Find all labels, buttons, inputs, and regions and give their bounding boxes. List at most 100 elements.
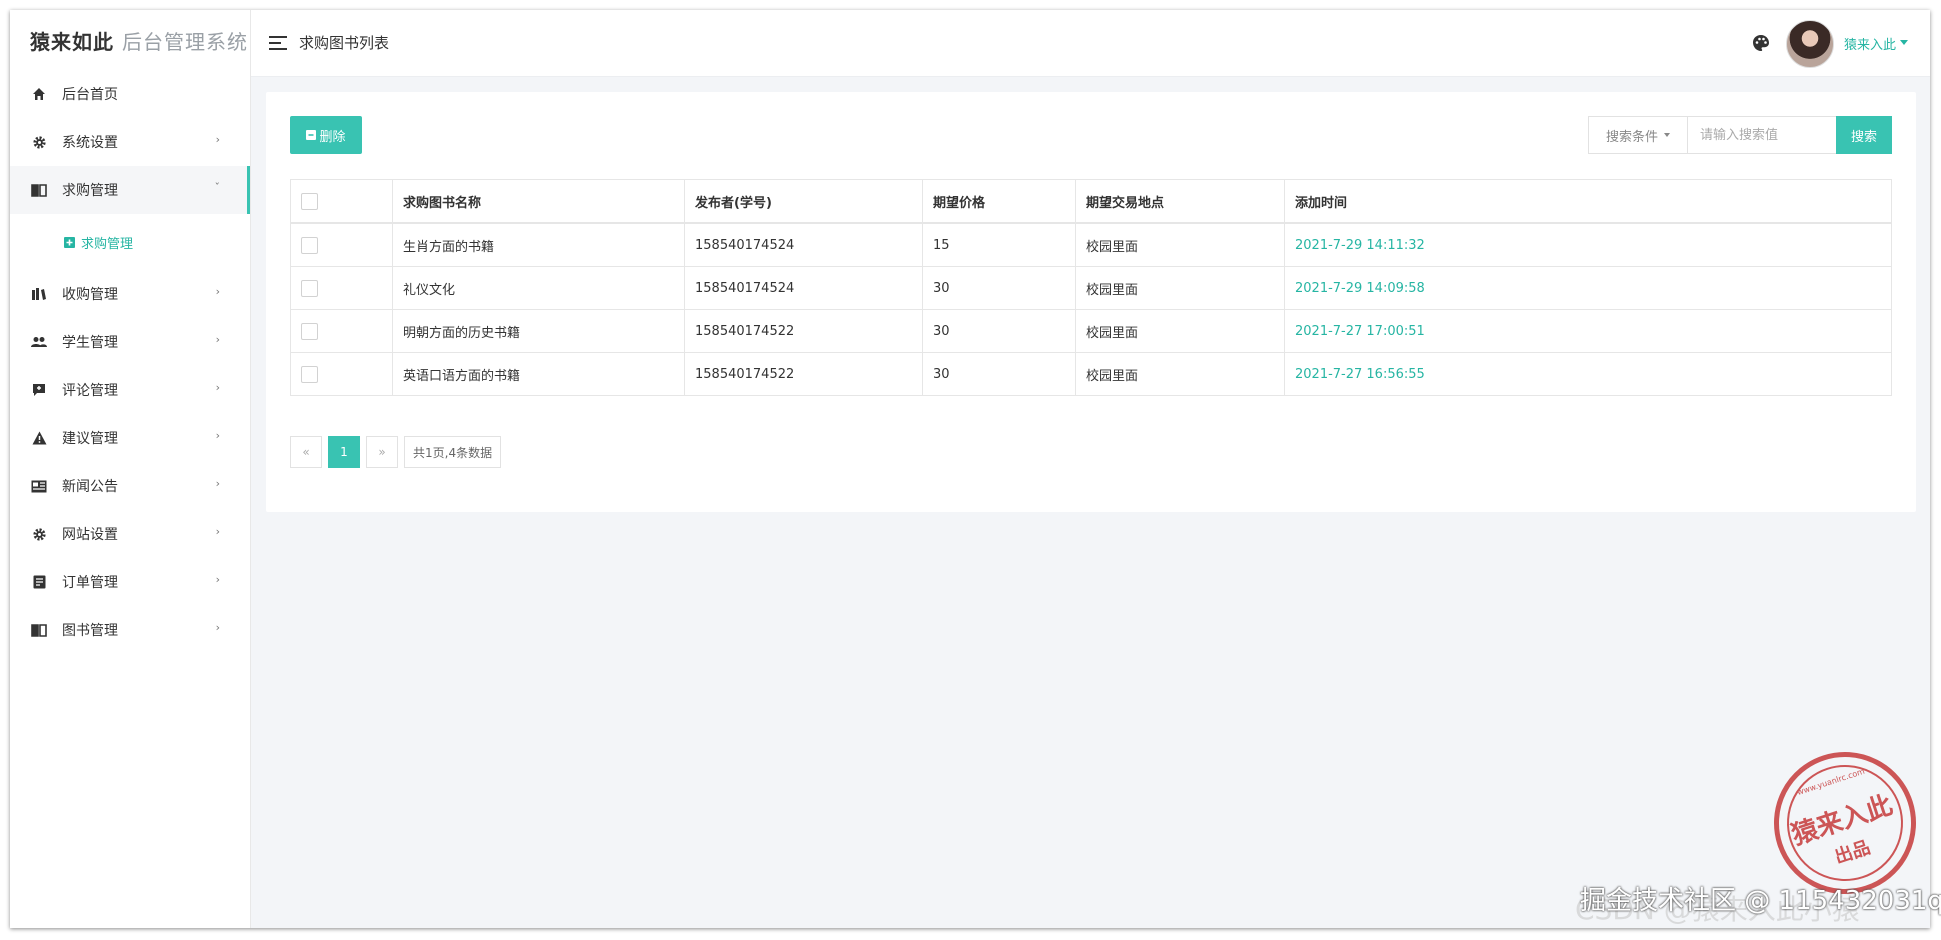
chevron-right-icon: ›: [215, 621, 220, 634]
chevron-right-icon: ›: [215, 477, 220, 490]
pagination: « 1 » 共1页,4条数据: [290, 436, 507, 468]
sidebar-item-website-settings[interactable]: 网站设置 ›: [10, 510, 250, 558]
gear-icon: [30, 525, 48, 543]
page-title: 求购图书列表: [299, 34, 390, 52]
top-header: 求购图书列表 猿来入此: [251, 10, 1930, 77]
sidebar-item-comments[interactable]: 评论管理 ›: [10, 366, 250, 414]
sidebar-item-label: 收购管理: [62, 287, 118, 303]
delete-icon: [306, 130, 317, 140]
purchase-request-table: 求购图书名称 发布者(学号) 期望价格 期望交易地点 添加时间 生肖方面的书籍 …: [290, 179, 1892, 396]
search-group: 搜索条件 搜索: [1588, 116, 1892, 154]
sidebar-item-label: 系统设置: [62, 135, 118, 151]
brand-logo: 猿来如此 后台管理系统: [10, 10, 250, 70]
location-cell: 校园里面: [1075, 309, 1285, 353]
select-all-cell: [290, 179, 393, 224]
sidebar-item-home[interactable]: 后台首页: [10, 70, 250, 118]
chevron-right-icon: ›: [215, 133, 220, 146]
column-header: 期望价格: [922, 179, 1076, 224]
sidebar-item-label: 后台首页: [62, 87, 118, 103]
table-row[interactable]: 礼仪文化 158540174524 30 校园里面 2021-7-29 14:0…: [290, 266, 1892, 310]
search-button[interactable]: 搜索: [1836, 116, 1892, 154]
delete-button[interactable]: 删除: [290, 116, 362, 154]
location-cell: 校园里面: [1075, 352, 1285, 396]
search-condition-label: 搜索条件: [1605, 129, 1658, 145]
chevron-right-icon: ›: [215, 429, 220, 442]
sidebar-item-label: 图书管理: [62, 623, 118, 639]
menu-toggle-icon[interactable]: [269, 36, 287, 54]
brand-name: 猿来如此: [30, 29, 114, 54]
time-cell: 2021-7-29 14:09:58: [1284, 266, 1892, 310]
chevron-right-icon: ›: [215, 573, 220, 586]
publisher-cell: 158540174524: [684, 266, 923, 310]
page-button-current[interactable]: 1: [328, 436, 360, 468]
submenu-item-purchase-request[interactable]: 求购管理: [10, 214, 250, 270]
gear-icon: [30, 133, 48, 151]
table-header-row: 求购图书名称 发布者(学号) 期望价格 期望交易地点 添加时间: [290, 179, 1892, 224]
checkbox-cell: [290, 266, 393, 310]
time-cell: 2021-7-27 16:56:55: [1284, 352, 1892, 396]
chevron-right-icon: ›: [215, 525, 220, 538]
chevron-right-icon: ›: [215, 333, 220, 346]
brand-subtitle: 后台管理系统: [122, 29, 248, 54]
comment-icon: [30, 381, 48, 399]
warning-icon: [30, 429, 48, 447]
sidebar-item-label: 求购管理: [62, 183, 118, 199]
price-cell: 30: [922, 352, 1076, 396]
plus-box-icon: [64, 236, 75, 248]
checkbox-cell: [290, 222, 393, 267]
publisher-cell: 158540174522: [684, 352, 923, 396]
table-row[interactable]: 生肖方面的书籍 158540174524 15 校园里面 2021-7-29 1…: [290, 222, 1892, 267]
chevron-down-icon: ˇ: [214, 181, 221, 194]
book-icon: [30, 181, 48, 199]
news-icon: [30, 477, 48, 495]
sidebar-item-acquisition[interactable]: 收购管理 ›: [10, 270, 250, 318]
home-icon: [30, 85, 48, 103]
book-icon: [30, 621, 48, 639]
sidebar-item-orders[interactable]: 订单管理 ›: [10, 558, 250, 606]
search-input[interactable]: [1687, 116, 1836, 154]
sidebar-item-students[interactable]: 学生管理 ›: [10, 318, 250, 366]
sidebar-item-label: 学生管理: [62, 335, 118, 351]
sidebar-item-label: 订单管理: [62, 575, 118, 591]
sidebar-item-label: 网站设置: [62, 527, 118, 543]
caret-down-icon: [1664, 133, 1670, 137]
sidebar-menu: 后台首页 系统设置 › 求购管理 ˇ 求购管理 收购管理 › 学生管理 › 评论…: [10, 70, 250, 654]
sidebar-item-system-settings[interactable]: 系统设置 ›: [10, 118, 250, 166]
select-all-checkbox[interactable]: [301, 192, 318, 210]
sidebar-item-purchase-request[interactable]: 求购管理 ˇ: [10, 166, 250, 214]
sidebar-item-suggestions[interactable]: 建议管理 ›: [10, 414, 250, 462]
row-checkbox[interactable]: [301, 365, 318, 383]
table-row[interactable]: 明朝方面的历史书籍 158540174522 30 校园里面 2021-7-27…: [290, 309, 1892, 353]
watermark-juejin: 掘金技术社区 @ 115432031q: [1580, 886, 1941, 916]
checkbox-cell: [290, 309, 393, 353]
sidebar: 猿来如此 后台管理系统 后台首页 系统设置 › 求购管理 ˇ 求购管理 收购管理…: [10, 10, 251, 928]
book-name-cell: 生肖方面的书籍: [392, 222, 685, 267]
pagination-info: 共1页,4条数据: [404, 436, 502, 468]
time-cell: 2021-7-27 17:00:51: [1284, 309, 1892, 353]
time-cell: 2021-7-29 14:11:32: [1284, 222, 1892, 267]
users-icon: [30, 333, 48, 351]
row-checkbox[interactable]: [301, 279, 318, 297]
book-stack-icon: [30, 285, 48, 303]
palette-icon[interactable]: [1752, 34, 1770, 56]
row-checkbox[interactable]: [301, 322, 318, 340]
avatar[interactable]: [1786, 20, 1834, 68]
book-name-cell: 英语口语方面的书籍: [392, 352, 685, 396]
book-name-cell: 礼仪文化: [392, 266, 685, 310]
sidebar-item-label: 建议管理: [62, 431, 118, 447]
submenu-item-label: 求购管理: [81, 236, 134, 252]
search-condition-dropdown[interactable]: 搜索条件: [1588, 116, 1687, 154]
sidebar-item-books[interactable]: 图书管理 ›: [10, 606, 250, 654]
sidebar-item-news[interactable]: 新闻公告 ›: [10, 462, 250, 510]
price-cell: 15: [922, 222, 1076, 267]
sidebar-item-label: 评论管理: [62, 383, 118, 399]
next-page-button[interactable]: »: [366, 436, 398, 468]
table-row[interactable]: 英语口语方面的书籍 158540174522 30 校园里面 2021-7-27…: [290, 352, 1892, 396]
book-name-cell: 明朝方面的历史书籍: [392, 309, 685, 353]
prev-page-button[interactable]: «: [290, 436, 322, 468]
app-window: 猿来如此 后台管理系统 后台首页 系统设置 › 求购管理 ˇ 求购管理 收购管理…: [10, 10, 1930, 928]
price-cell: 30: [922, 266, 1076, 310]
row-checkbox[interactable]: [301, 236, 318, 254]
username-dropdown[interactable]: 猿来入此: [1844, 34, 1896, 53]
checkbox-cell: [290, 352, 393, 396]
